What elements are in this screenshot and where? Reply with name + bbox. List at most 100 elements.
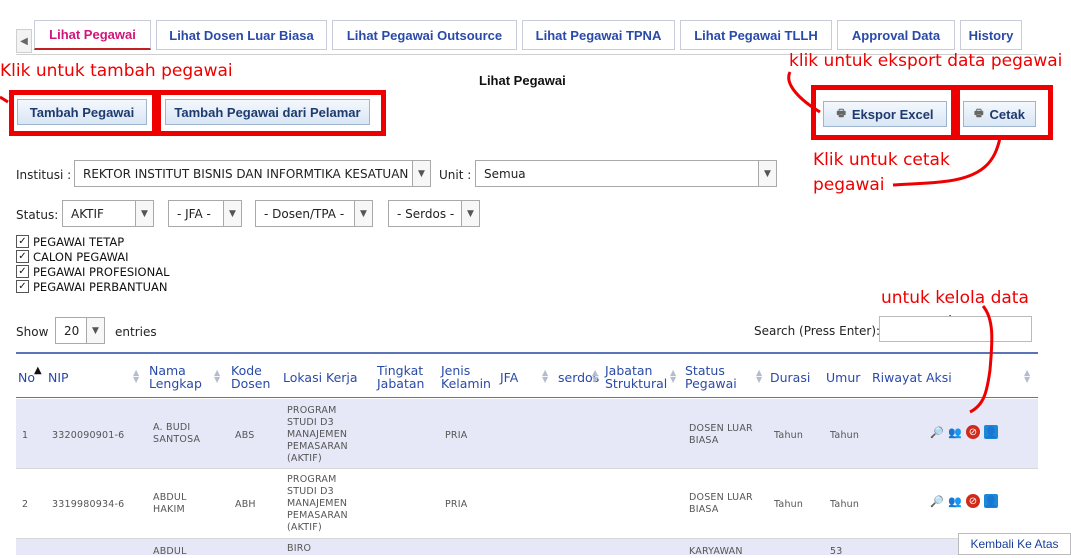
cell-lokasi: BIRO xyxy=(287,543,312,554)
jfa-select[interactable]: - JFA - ▼ xyxy=(168,200,242,227)
cell-umur: Tahun xyxy=(830,430,860,441)
institusi-label: Institusi : xyxy=(16,168,72,182)
annotation-cetak-line1: Klik untuk cetak xyxy=(813,150,950,170)
col-umur[interactable]: Umur xyxy=(826,371,860,384)
checkbox-icon[interactable]: ✓ xyxy=(16,280,29,293)
cell-nip: 3320090901-6 xyxy=(52,430,125,441)
annotation-ekspor: klik untuk eksport data pegawai xyxy=(789,51,1063,71)
checkbox-icon[interactable]: ✓ xyxy=(16,265,29,278)
cell-status: DOSEN LUAR BIASA xyxy=(689,492,753,515)
col-jabatan-struktural[interactable]: Jabatan Struktural xyxy=(605,364,675,390)
sort-icon: ▲ ▼ xyxy=(133,368,140,384)
sort-icon: ▲ ▼ xyxy=(542,368,549,384)
cell-status: KARYAWAN xyxy=(689,546,743,557)
search-label: Search (Press Enter): xyxy=(754,324,881,338)
sort-icon: ▲ ▼ xyxy=(592,368,599,384)
show-label: Show xyxy=(16,325,49,339)
col-aksi: Aksi xyxy=(926,370,952,385)
col-no[interactable]: No xyxy=(18,371,35,384)
checkbox-pegawai-perbantuan[interactable]: ✓ PEGAWAI PERBANTUAN xyxy=(16,279,167,294)
checkbox-calon-pegawai[interactable]: ✓ CALON PEGAWAI xyxy=(16,249,129,264)
col-durasi[interactable]: Durasi xyxy=(770,371,810,384)
cell-jenis-kelamin: PRIA xyxy=(445,499,468,510)
user-profile-icon[interactable]: 👤 xyxy=(984,494,998,508)
row-actions: 🔎 👥 ⊘ 👤 xyxy=(930,425,998,439)
chevron-down-icon: ▼ xyxy=(135,201,153,226)
user-profile-icon[interactable]: 👤 xyxy=(984,425,998,439)
status-label: Status: xyxy=(16,208,59,222)
page-size-select[interactable]: 20 ▼ xyxy=(55,317,105,344)
status-select[interactable]: AKTIF ▼ xyxy=(62,200,154,227)
cell-nip: 3319980934-6 xyxy=(52,499,125,510)
col-riwayat[interactable]: Riwayat xyxy=(872,371,922,384)
chevron-down-icon: ▼ xyxy=(223,201,241,226)
family-icon[interactable]: 👥 xyxy=(948,494,962,508)
checkbox-icon[interactable]: ✓ xyxy=(16,250,29,263)
unit-select[interactable]: Semua ▼ xyxy=(475,160,777,187)
highlight-ekspor xyxy=(811,85,956,140)
tab-scroll-left-icon[interactable]: ◀ xyxy=(16,29,32,53)
cell-nama: ABDUL HAKIM xyxy=(153,492,187,515)
family-icon[interactable]: 👥 xyxy=(948,425,962,439)
view-detail-icon[interactable]: 🔎 xyxy=(930,425,944,439)
col-status-pegawai[interactable]: Status Pegawai xyxy=(685,364,745,390)
chevron-down-icon: ▼ xyxy=(461,201,479,226)
highlight-tambah xyxy=(9,90,157,136)
checkbox-pegawai-profesional[interactable]: ✓ PEGAWAI PROFESIONAL xyxy=(16,264,169,279)
sort-icon: ▲ ▼ xyxy=(756,368,763,384)
annotation-cetak-line2: pegawai xyxy=(813,175,885,195)
sort-icon: ▲ ▼ xyxy=(214,368,221,384)
chevron-down-icon: ▼ xyxy=(412,161,430,186)
sort-icon: ▲ ▼ xyxy=(1024,368,1031,384)
checkbox-icon[interactable]: ✓ xyxy=(16,235,29,248)
checkbox-pegawai-tetap[interactable]: ✓ PEGAWAI TETAP xyxy=(16,234,124,249)
col-lokasi-kerja[interactable]: Lokasi Kerja xyxy=(283,371,358,384)
cell-jenis-kelamin: PRIA xyxy=(445,430,468,441)
back-to-top-button[interactable]: Kembali Ke Atas xyxy=(958,533,1071,555)
cell-durasi: Tahun xyxy=(774,499,804,510)
tab-history[interactable]: History xyxy=(960,20,1022,50)
col-jenis-kelamin[interactable]: Jenis Kelamin xyxy=(441,364,496,390)
cell-umur: 53 xyxy=(830,546,843,557)
disable-icon[interactable]: ⊘ xyxy=(966,425,980,439)
cell-kode: ABS xyxy=(235,430,255,441)
cell-nama: A. BUDI SANTOSA xyxy=(153,422,201,445)
chevron-down-icon: ▼ xyxy=(758,161,776,186)
cell-status: DOSEN LUAR BIASA xyxy=(689,423,753,446)
disable-icon[interactable]: ⊘ xyxy=(966,494,980,508)
cell-umur: Tahun xyxy=(830,499,860,510)
annotation-tambah: Klik untuk tambah pegawai xyxy=(0,61,233,81)
chevron-down-icon: ▼ xyxy=(86,318,104,343)
tab-lihat-dosen-luar-biasa[interactable]: Lihat Dosen Luar Biasa xyxy=(156,20,327,50)
cell-durasi: Tahun xyxy=(774,430,804,441)
dosen-tpa-select[interactable]: - Dosen/TPA - ▼ xyxy=(255,200,373,227)
search-input[interactable] xyxy=(879,316,1032,342)
tab-approval-data[interactable]: Approval Data xyxy=(837,20,955,50)
tab-lihat-pegawai-tpna[interactable]: Lihat Pegawai TPNA xyxy=(522,20,675,50)
cell-kode: ABH xyxy=(235,499,256,510)
annotation-kelola-line1: untuk kelola data xyxy=(881,288,1029,308)
cell-no: 2 xyxy=(22,499,29,510)
col-nip[interactable]: NIP xyxy=(48,371,69,384)
tab-lihat-pegawai-tllh[interactable]: Lihat Pegawai TLLH xyxy=(680,20,832,50)
sort-asc-icon: ▲ xyxy=(34,365,42,376)
highlight-cetak xyxy=(955,85,1053,140)
cell-lokasi: PROGRAM STUDI D3 MANAJEMEN PEMASARAN (AKTIF) xyxy=(287,405,348,464)
chevron-down-icon: ▼ xyxy=(354,201,372,226)
cell-lokasi: PROGRAM STUDI D3 MANAJEMEN PEMASARAN (AKTIF) xyxy=(287,474,348,533)
serdos-select[interactable]: - Serdos - ▼ xyxy=(388,200,480,227)
tab-lihat-pegawai[interactable]: Lihat Pegawai xyxy=(34,20,151,50)
tab-lihat-pegawai-outsource[interactable]: Lihat Pegawai Outsource xyxy=(332,20,517,50)
col-jfa[interactable]: JFA xyxy=(500,371,518,384)
cell-no: 1 xyxy=(22,430,29,441)
institusi-select[interactable]: REKTOR INSTITUT BISNIS DAN INFORMTIKA KE… xyxy=(74,160,431,187)
sort-icon: ▲ ▼ xyxy=(670,368,677,384)
entries-label: entries xyxy=(115,325,157,339)
col-tingkat-jabatan[interactable]: Tingkat Jabatan xyxy=(377,364,432,390)
view-detail-icon[interactable]: 🔎 xyxy=(930,494,944,508)
page-title: Lihat Pegawai xyxy=(479,73,566,88)
col-kode-dosen[interactable]: Kode Dosen xyxy=(231,364,277,390)
col-nama-lengkap[interactable]: Nama Lengkap xyxy=(149,364,209,390)
row-actions: 🔎 👥 ⊘ 👤 xyxy=(930,494,998,508)
cell-nama: ABDUL xyxy=(153,546,187,557)
